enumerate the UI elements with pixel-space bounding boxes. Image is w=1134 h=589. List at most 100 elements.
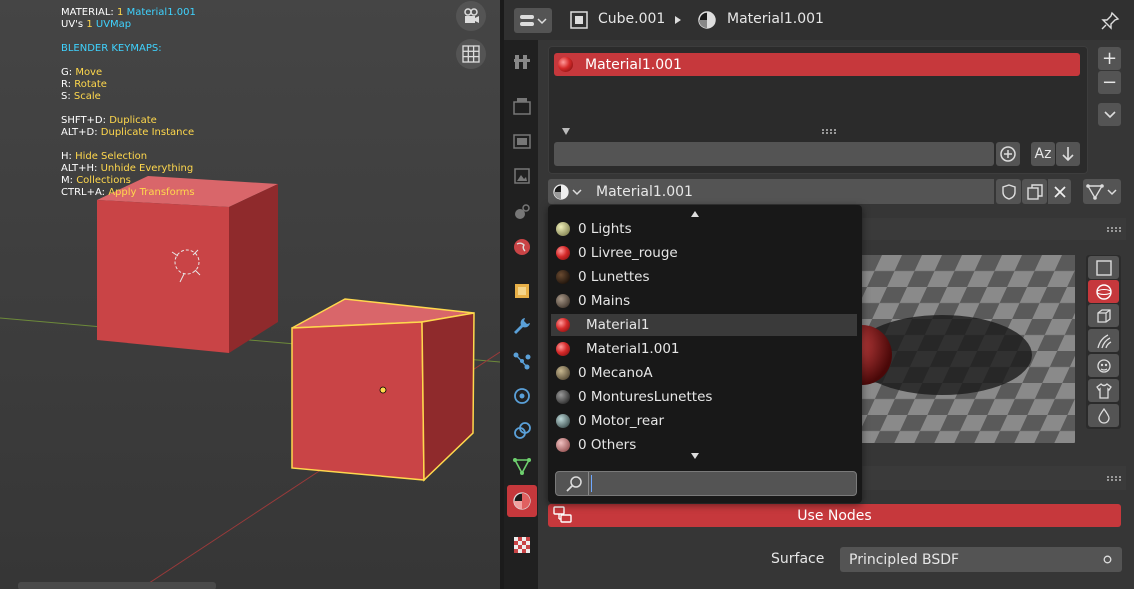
properties-tabs [504,40,538,589]
menu-item-montureslunettes[interactable]: 0 MonturesLunettes [551,386,857,408]
menu-item-others[interactable]: 0 Others [551,434,857,456]
texture-icon [514,537,530,553]
world-icon [514,239,530,255]
tab-world[interactable] [507,231,537,263]
material-preview-icon [556,414,570,428]
zoom-in-icon [1000,146,1016,162]
surface-drag-handle-icon[interactable] [1106,475,1122,481]
surface-shader-field[interactable]: Principled BSDF [840,547,1122,572]
preview-fluid-button[interactable] [1088,404,1119,427]
tab-constraints[interactable] [507,415,537,447]
material-preview-icon [556,342,570,356]
sort-reverse-button[interactable] [1056,142,1080,166]
tab-texture[interactable] [507,529,537,561]
scroll-down-icon[interactable] [690,452,700,460]
menu-item-material1-001[interactable]: Material1.001 [551,338,857,360]
material-slot-item[interactable]: Material1.001 [554,53,1080,76]
toggle-grid-button[interactable] [456,39,486,69]
panel-drag-handle-icon[interactable] [1106,226,1122,232]
material-preview-icon [556,438,570,452]
menu-item-mains[interactable]: 0 Mains [551,290,857,312]
preview-cloth-button[interactable] [1088,379,1119,402]
mesh-data-icon [513,458,531,475]
cube-001-object [291,298,475,482]
tab-data[interactable] [507,450,537,482]
object-icon [570,11,588,29]
scene-icon [515,204,530,219]
camera-view-button[interactable] [456,1,486,31]
tab-material[interactable] [507,485,537,517]
viewport-info-overlay: MATERIAL: 1 Material1.001 UV's 1 UVMap B… [61,7,196,199]
menu-item-lights[interactable]: 0 Lights [551,218,857,240]
object-properties-icon [515,284,529,298]
tab-render[interactable] [507,90,537,122]
slot-specials-button[interactable] [1098,103,1121,126]
slot-filter-input[interactable] [554,142,994,166]
editor-type-button[interactable] [514,8,552,33]
shortcut-apply-transforms: CTRL+A: Apply Transforms [61,187,195,198]
add-slot-button[interactable]: + [1098,47,1121,70]
fake-user-button[interactable] [996,179,1021,204]
slot-link-button[interactable] [1083,179,1121,204]
unlink-material-button[interactable] [1048,179,1071,204]
tab-view-layer[interactable] [507,160,537,192]
material-preview-icon [556,318,570,332]
sphere-icon [1095,283,1112,300]
material-tab-icon [513,492,531,510]
grid-icon [462,45,480,63]
shader-socket-icon [1103,555,1112,564]
tab-physics[interactable] [507,380,537,412]
material-preview-icon [556,390,570,404]
material-preview-icon [556,222,570,236]
properties-editor-icon [520,14,547,26]
uv-info: UV's 1 UVMap [61,19,132,30]
list-filter-toggle-icon[interactable] [561,127,571,136]
keymaps-title: BLENDER KEYMAPS: [61,43,162,54]
preview-cube-button[interactable] [1088,304,1119,327]
use-nodes-button[interactable]: Use Nodes [548,504,1121,527]
text-cursor [591,475,592,492]
plane-icon [1095,259,1112,276]
list-resize-handle-icon[interactable] [821,128,837,134]
3d-viewport[interactable]: MATERIAL: 1 Material1.001 UV's 1 UVMap B… [0,0,500,589]
browse-material-button[interactable] [548,179,588,204]
render-icon [513,98,531,115]
physics-icon [514,388,530,404]
sort-alpha-button[interactable]: Az [1031,142,1055,166]
menu-item-mecanoa[interactable]: 0 MecanoA [551,362,857,384]
menu-item-lunettes[interactable]: 0 Lunettes [551,266,857,288]
material-browse-menu: 0 Lights 0 Livree_rouge 0 Lunettes 0 Mai… [548,205,862,503]
search-separator [588,472,589,495]
shortcut-duplicate-instance: ALT+D: Duplicate Instance [61,127,195,138]
chevron-down-icon [1103,110,1116,118]
menu-search-field[interactable] [555,471,857,496]
tab-output[interactable] [507,125,537,157]
material-name-field[interactable]: Material1.001 [588,179,994,204]
add-filter-button[interactable] [996,142,1020,166]
menu-item-livree-rouge[interactable]: 0 Livree_rouge [551,242,857,264]
shortcut-unhide: ALT+H: Unhide Everything [61,163,194,174]
material-info: MATERIAL: 1 Material1.001 [61,7,196,18]
scroll-up-icon[interactable] [690,210,700,218]
preview-monkey-button[interactable] [1088,354,1119,377]
menu-item-motor-rear[interactable]: 0 Motor_rear [551,410,857,432]
tab-tool[interactable] [507,46,537,78]
tab-particles[interactable] [507,345,537,377]
material-preview-icon [558,57,573,72]
tab-modifiers[interactable] [507,310,537,342]
remove-slot-button[interactable]: − [1098,71,1121,94]
menu-item-material1[interactable]: Material1 [551,314,857,336]
shortcut-scale: S: Scale [61,91,101,102]
tab-object[interactable] [507,275,537,307]
material-browse-icon [553,183,582,200]
duplicate-material-button[interactable] [1022,179,1047,204]
pin-icon[interactable] [1100,11,1120,31]
shortcut-hide: H: Hide Selection [61,151,148,162]
preview-flat-button[interactable] [1088,256,1119,279]
tab-scene[interactable] [507,196,537,228]
surface-label: Surface [771,551,825,567]
preview-hair-button[interactable] [1088,329,1119,352]
shortcut-collections: M: Collections [61,175,131,186]
preview-sphere-button[interactable] [1088,280,1119,303]
monkey-icon [1096,358,1111,373]
